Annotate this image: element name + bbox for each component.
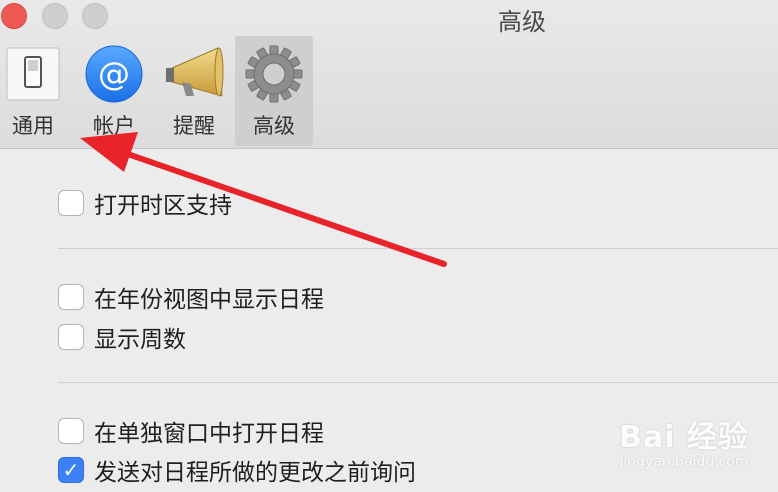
- toolbar-tab-label: 高级: [253, 114, 295, 138]
- watermark-sub: jingyan.baidu.com: [619, 454, 749, 470]
- gear-icon: [245, 45, 303, 103]
- divider: [58, 382, 778, 383]
- megaphone-icon: [166, 47, 224, 97]
- checkbox[interactable]: [58, 418, 84, 444]
- option-label: 发送对日程所做的更改之前询问: [94, 460, 416, 486]
- divider: [58, 248, 778, 249]
- option-ask-before-sending-changes[interactable]: ✓ 发送对日程所做的更改之前询问: [58, 456, 416, 486]
- option-label: 显示周数: [94, 327, 186, 353]
- option-show-events-year-view[interactable]: 在年份视图中显示日程: [58, 283, 324, 313]
- svg-text:@: @: [98, 55, 130, 93]
- watermark-main: Bai 经验: [619, 420, 749, 455]
- option-label: 在单独窗口中打开日程: [94, 421, 324, 447]
- option-label: 打开时区支持: [94, 193, 232, 219]
- window-title: 高级: [498, 8, 546, 36]
- at-sign-icon: @: [85, 45, 143, 103]
- option-open-events-separate-window[interactable]: 在单独窗口中打开日程: [58, 417, 324, 447]
- checkbox[interactable]: [58, 284, 84, 310]
- option-label: 在年份视图中显示日程: [94, 287, 324, 313]
- toolbar-tab-accounts[interactable]: @ 帐户: [75, 36, 153, 146]
- baidu-watermark: Bai 经验 jingyan.baidu.com: [596, 412, 772, 470]
- toolbar-tab-label: 提醒: [173, 114, 215, 138]
- checkbox[interactable]: [58, 324, 84, 350]
- toolbar-tab-label: 通用: [12, 114, 54, 138]
- toolbar-tab-advanced[interactable]: 高级: [235, 36, 313, 146]
- window-toolbar: 高级 通用 @ 帐户 提醒 高级: [0, 0, 778, 149]
- checkbox-checked[interactable]: ✓: [58, 457, 84, 483]
- toolbar-tab-label: 帐户: [93, 114, 135, 138]
- checkmark-icon: ✓: [62, 458, 80, 482]
- switch-icon: [6, 47, 60, 101]
- checkbox[interactable]: [58, 190, 84, 216]
- option-timezone-support[interactable]: 打开时区支持: [58, 189, 232, 219]
- toolbar-tab-general[interactable]: 通用: [0, 36, 72, 146]
- option-show-week-numbers[interactable]: 显示周数: [58, 323, 186, 353]
- toolbar-tab-alerts[interactable]: 提醒: [155, 36, 233, 146]
